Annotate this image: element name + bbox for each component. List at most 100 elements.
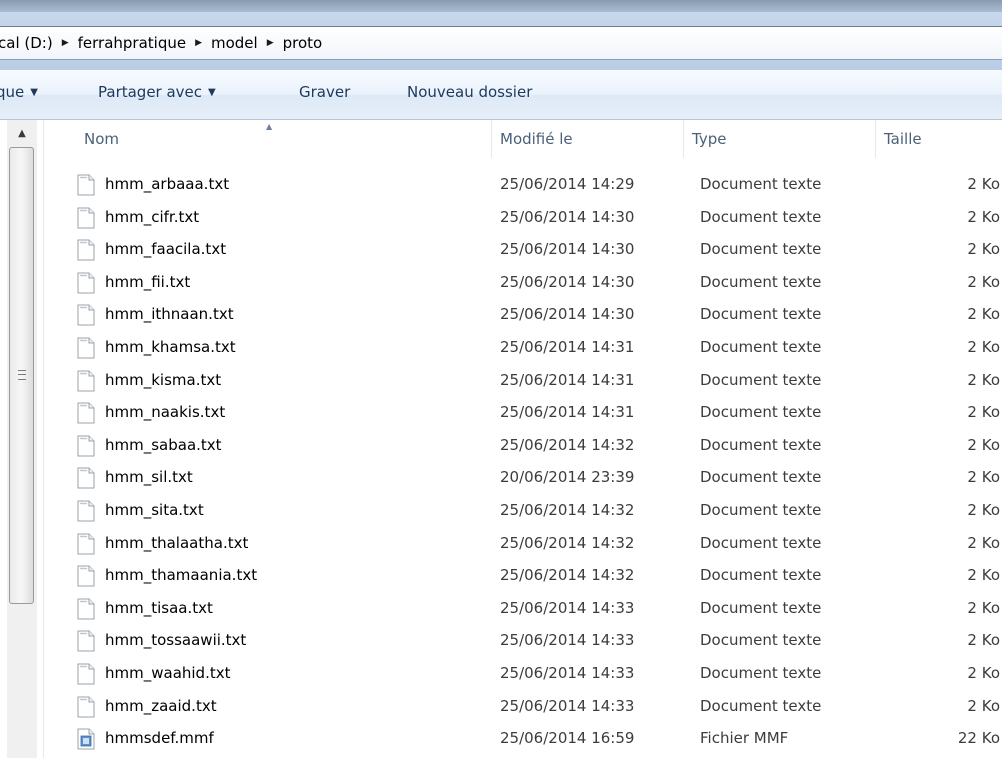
file-row[interactable]: hmm_sita.txt 25/06/2014 14:32 Document t… xyxy=(44,494,1002,527)
file-row[interactable]: hmm_tisaa.txt 25/06/2014 14:33 Document … xyxy=(44,592,1002,625)
file-type: Document texte xyxy=(700,175,822,193)
text-file-icon xyxy=(77,272,95,294)
file-type: Document texte xyxy=(700,337,822,356)
file-type: Document texte xyxy=(700,272,822,291)
address-bar[interactable]: cal (D:) ▶ ferrahpratique ▶ model ▶ prot… xyxy=(0,26,1002,60)
file-modified: 25/06/2014 14:30 xyxy=(500,272,635,291)
file-row[interactable]: hmm_sil.txt 20/06/2014 23:39 Document te… xyxy=(44,461,1002,494)
file-type: Fichier MMF xyxy=(700,729,789,748)
breadcrumb-drive[interactable]: cal (D:) xyxy=(0,32,56,54)
file-name: hmm_tisaa.txt xyxy=(105,598,213,617)
file-type: Document texte xyxy=(700,207,822,226)
file-row[interactable]: hmm_khamsa.txt 25/06/2014 14:31 Document… xyxy=(44,331,1002,364)
file-name: hmmsdef.mmf xyxy=(105,729,214,748)
breadcrumb-proto[interactable]: proto xyxy=(280,32,326,54)
file-type: Document texte xyxy=(700,566,822,585)
file-row[interactable]: hmm_cifr.txt 25/06/2014 14:30 Document t… xyxy=(44,201,1002,234)
file-modified: 25/06/2014 14:31 xyxy=(500,403,635,422)
file-modified: 25/06/2014 14:33 xyxy=(500,598,635,617)
file-modified: 25/06/2014 14:32 xyxy=(500,500,635,519)
file-row[interactable]: hmm_tossaawii.txt 25/06/2014 14:33 Docum… xyxy=(44,624,1002,657)
file-type: Document texte xyxy=(700,598,822,617)
file-name: hmm_waahid.txt xyxy=(105,663,231,682)
file-name: hmm_tossaawii.txt xyxy=(105,631,247,650)
breadcrumb-model[interactable]: model xyxy=(208,32,261,54)
file-size: 2 Ko xyxy=(967,663,1000,682)
chevron-down-icon: ▼ xyxy=(30,87,38,98)
file-type: Document texte xyxy=(700,435,822,454)
file-name: hmm_faacila.txt xyxy=(105,240,227,259)
scrollbar-grip-icon xyxy=(18,370,26,380)
file-list: hmm_arbaaa.txt 25/06/2014 14:29 Document… xyxy=(44,168,1002,758)
file-row[interactable]: hmm_ithnaan.txt 25/06/2014 14:30 Documen… xyxy=(44,298,1002,331)
file-name: hmm_sabaa.txt xyxy=(105,435,222,454)
file-row[interactable]: hmm_naakis.txt 25/06/2014 14:31 Document… xyxy=(44,396,1002,429)
file-row[interactable]: hmmsdef.mmf 25/06/2014 16:59 Fichier MMF… xyxy=(44,722,1002,755)
breadcrumb-separator-icon[interactable]: ▶ xyxy=(56,38,75,48)
text-file-icon xyxy=(77,370,95,392)
column-header-size[interactable]: Taille xyxy=(876,120,1002,158)
file-name: hmm_naakis.txt xyxy=(105,403,226,422)
file-name: hmm_thalaatha.txt xyxy=(105,533,249,552)
file-name: hmm_thamaania.txt xyxy=(105,566,258,585)
text-file-icon xyxy=(77,467,95,489)
file-row[interactable]: hmm_waahid.txt 25/06/2014 14:33 Document… xyxy=(44,657,1002,690)
column-header-date-label: Modifié le xyxy=(500,130,573,148)
file-type: Document texte xyxy=(700,500,822,519)
file-size: 2 Ko xyxy=(967,403,1000,422)
mmf-file-icon xyxy=(77,728,95,750)
file-size: 2 Ko xyxy=(967,500,1000,519)
text-file-icon xyxy=(77,174,95,196)
file-modified: 25/06/2014 14:33 xyxy=(500,631,635,650)
file-modified: 25/06/2014 14:33 xyxy=(500,696,635,715)
file-modified: 25/06/2014 14:32 xyxy=(500,435,635,454)
file-size: 2 Ko xyxy=(967,435,1000,454)
file-type: Document texte xyxy=(700,533,822,552)
text-file-icon xyxy=(77,304,95,326)
scrollbar-thumb[interactable] xyxy=(9,147,34,604)
file-modified: 25/06/2014 14:29 xyxy=(500,175,635,193)
file-size: 2 Ko xyxy=(967,566,1000,585)
file-row[interactable]: hmm_zaaid.txt 25/06/2014 14:33 Document … xyxy=(44,690,1002,723)
breadcrumb-separator-icon[interactable]: ▶ xyxy=(261,38,280,48)
file-name: hmm_ithnaan.txt xyxy=(105,305,234,324)
file-type: Document texte xyxy=(700,370,822,389)
column-header-type[interactable]: Type xyxy=(684,120,876,158)
text-file-icon xyxy=(77,565,95,587)
column-header-type-label: Type xyxy=(692,130,727,148)
file-size: 2 Ko xyxy=(967,533,1000,552)
file-size: 2 Ko xyxy=(967,598,1000,617)
file-size: 22 Ko xyxy=(957,729,1000,748)
file-type: Document texte xyxy=(700,305,822,324)
file-row[interactable]: hmm_faacila.txt 25/06/2014 14:30 Documen… xyxy=(44,233,1002,266)
file-size: 2 Ko xyxy=(967,631,1000,650)
burn-button[interactable]: Graver xyxy=(299,83,350,101)
file-row[interactable]: hmm_arbaaa.txt 25/06/2014 14:29 Document… xyxy=(44,168,1002,201)
breadcrumb-ferrahpratique[interactable]: ferrahpratique xyxy=(75,32,189,54)
scroll-up-arrow-icon[interactable]: ▲ xyxy=(9,124,35,144)
file-row[interactable]: hmm_fii.txt 25/06/2014 14:30 Document te… xyxy=(44,266,1002,299)
column-header-date[interactable]: Modifié le xyxy=(492,120,684,158)
navigation-pane-scrollbar[interactable]: ▲ xyxy=(0,120,44,758)
text-file-icon xyxy=(77,207,95,229)
organize-button[interactable]: que ▼ xyxy=(0,83,38,101)
file-type: Document texte xyxy=(700,403,822,422)
new-folder-button[interactable]: Nouveau dossier xyxy=(407,83,532,101)
column-header-name[interactable]: Nom ▲ xyxy=(44,120,492,158)
text-file-icon xyxy=(77,533,95,555)
file-type: Document texte xyxy=(700,468,822,487)
file-row[interactable]: hmm_thalaatha.txt 25/06/2014 14:32 Docum… xyxy=(44,527,1002,560)
file-row[interactable]: hmm_sabaa.txt 25/06/2014 14:32 Document … xyxy=(44,429,1002,462)
file-size: 2 Ko xyxy=(967,370,1000,389)
file-size: 2 Ko xyxy=(967,337,1000,356)
file-name: hmm_arbaaa.txt xyxy=(105,175,230,193)
file-row[interactable]: hmm_thamaania.txt 25/06/2014 14:32 Docum… xyxy=(44,559,1002,592)
file-name: hmm_kisma.txt xyxy=(105,370,222,389)
file-row[interactable]: hmm_kisma.txt 25/06/2014 14:31 Document … xyxy=(44,364,1002,397)
file-modified: 25/06/2014 14:33 xyxy=(500,663,635,682)
title-bar-edge xyxy=(0,0,1002,12)
column-header-size-label: Taille xyxy=(884,130,922,148)
file-size: 2 Ko xyxy=(967,240,1000,259)
breadcrumb-separator-icon[interactable]: ▶ xyxy=(189,38,208,48)
share-with-button[interactable]: Partager avec ▼ xyxy=(98,83,216,101)
